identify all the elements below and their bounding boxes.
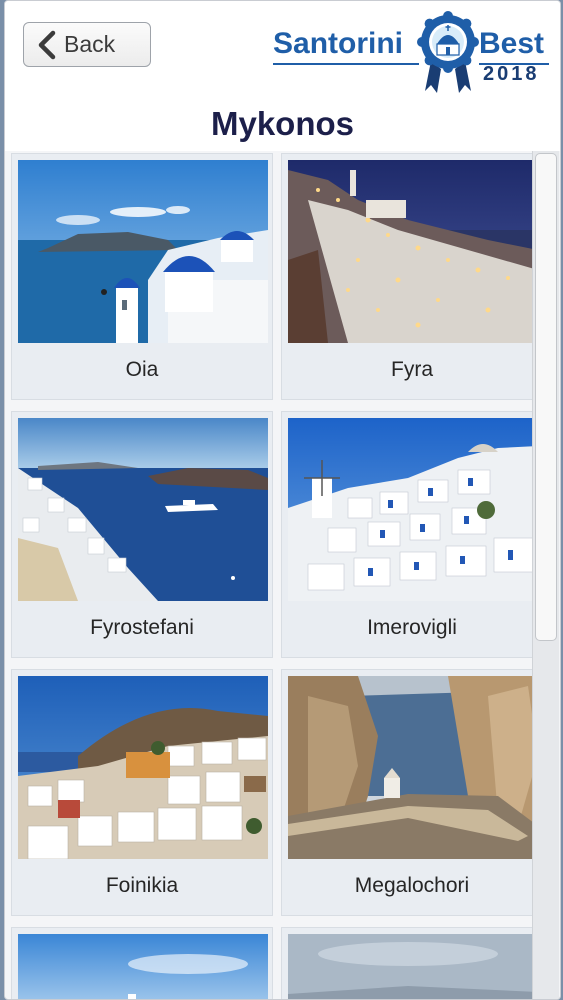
place-photo	[288, 676, 538, 859]
logo-word-best: Best	[479, 27, 545, 60]
place-card-partial[interactable]	[281, 927, 543, 999]
place-name: Fyrostefani	[90, 616, 194, 639]
place-name: Foinikia	[105, 874, 179, 897]
chevron-left-icon	[38, 30, 56, 59]
logo-word-santorini: Santorini	[273, 27, 404, 60]
place-card-megalochori[interactable]: Megalochori	[281, 669, 543, 916]
place-photo	[18, 934, 268, 999]
place-name: Imerovigli	[367, 616, 457, 639]
place-name: Fyra	[391, 358, 433, 381]
logo-year: 2018	[483, 63, 540, 85]
scrollbar-thumb[interactable]	[535, 153, 557, 641]
scrollbar[interactable]	[532, 151, 559, 999]
place-photo	[18, 418, 268, 601]
app-screen: Back Santorini Best 2018 Mykonos Oia Fyr…	[4, 0, 561, 1000]
back-button[interactable]: Back	[23, 22, 151, 67]
page-title: Mykonos	[210, 105, 355, 142]
place-photo	[288, 418, 538, 601]
place-card-partial[interactable]	[11, 927, 273, 999]
place-card-fyra[interactable]: Fyra	[281, 153, 543, 400]
app-logo: Santorini Best 2018	[271, 11, 551, 96]
rosette-badge-icon	[417, 11, 479, 93]
place-card-foinikia[interactable]: Foinikia	[11, 669, 273, 916]
place-card-fyrostefani[interactable]: Fyrostefani	[11, 411, 273, 658]
place-name: Oia	[125, 358, 159, 381]
header: Back Santorini Best 2018 Mykonos	[5, 1, 560, 151]
place-card-imerovigli[interactable]: Imerovigli	[281, 411, 543, 658]
place-name: Megalochori	[354, 874, 470, 897]
back-button-label: Back	[64, 31, 116, 57]
logo-rule	[273, 63, 419, 65]
place-card-oia[interactable]: Oia	[11, 153, 273, 400]
place-photo	[18, 676, 268, 859]
place-photo	[288, 934, 538, 999]
place-photo	[288, 160, 538, 343]
place-photo	[18, 160, 268, 343]
